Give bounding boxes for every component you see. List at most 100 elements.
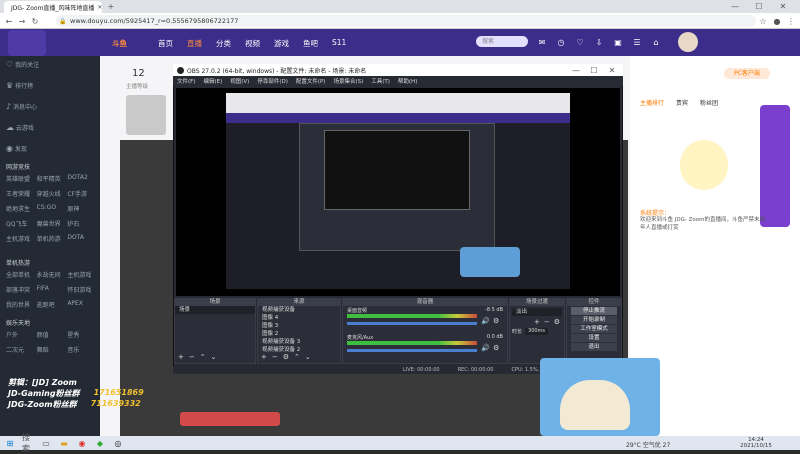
window-close-icon[interactable]: ✕ — [776, 1, 790, 12]
sidebar-grid-item[interactable]: 单机热游 — [37, 234, 68, 243]
taskbar-search-icon[interactable]: 搜索 — [22, 433, 34, 453]
settings-button[interactable]: 设置 — [571, 334, 617, 342]
nav-home[interactable]: 首页 — [158, 38, 173, 49]
remove-transition-icon[interactable]: − — [544, 318, 550, 326]
nav-live[interactable]: 直播 — [187, 38, 202, 49]
obs-menu-tools[interactable]: 工具(T) — [371, 77, 390, 85]
taskbar-clock[interactable]: 14:24 2021/10/15 — [738, 437, 774, 449]
sidebar-grid-item[interactable]: 魔兽世界 — [37, 219, 68, 228]
back-icon[interactable]: ← — [4, 15, 14, 27]
follow-icon[interactable]: ♡ — [573, 35, 587, 49]
move-down-icon[interactable]: ⌄ — [211, 353, 217, 361]
source-item[interactable]: 图像 4 — [258, 314, 340, 322]
sidebar-grid-item[interactable]: APEX — [67, 300, 98, 309]
add-scene-icon[interactable]: + — [178, 353, 184, 361]
search-input[interactable]: 搜索 — [476, 36, 528, 47]
chrome-icon[interactable]: ◉ — [76, 437, 88, 449]
sidebar-grid-item[interactable]: 英雄联盟 — [6, 174, 37, 183]
sidebar-grid-item[interactable]: 怀旧游戏 — [67, 285, 98, 294]
user-avatar[interactable] — [678, 32, 698, 52]
windows-start-icon[interactable]: ⊞ — [4, 437, 16, 449]
message-icon[interactable]: ✉ — [535, 35, 549, 49]
douyu-logo[interactable] — [8, 30, 46, 56]
promo-banner[interactable] — [760, 105, 790, 227]
taskview-icon[interactable]: ▭ — [40, 437, 52, 449]
forward-icon[interactable]: → — [17, 15, 27, 27]
sidebar-grid-item[interactable]: 原神 — [67, 204, 98, 213]
move-down-icon[interactable]: ⌄ — [305, 353, 311, 361]
speaker-icon[interactable]: 🔊 — [481, 344, 490, 352]
browser-tab[interactable]: JDG- Zoom直播_风味阵地直播 ✕ — [4, 1, 102, 13]
profile-icon[interactable]: ● — [772, 15, 782, 27]
window-minimize-icon[interactable]: — — [728, 1, 742, 12]
sidebar-item-follow[interactable]: ♡ 我的关注 — [6, 60, 96, 81]
transition-gear-icon[interactable]: ⚙ — [554, 318, 560, 326]
reload-icon[interactable]: ↻ — [30, 15, 40, 27]
transition-type-select[interactable]: 淡出 — [512, 308, 562, 316]
source-item[interactable]: 视频捕获设备 — [258, 306, 340, 314]
channel-gear-icon[interactable]: ⚙ — [493, 317, 499, 325]
remove-scene-icon[interactable]: − — [189, 353, 195, 361]
scene-item[interactable]: 场景 — [175, 306, 255, 314]
sidebar-grid-item[interactable]: 部落冲突 — [6, 285, 37, 294]
obs-menu-profile[interactable]: 配置文件(P) — [296, 77, 326, 85]
sidebar-grid-item[interactable]: 穿越火线 — [37, 189, 68, 198]
tab-fans[interactable]: 粉丝团 — [700, 98, 718, 107]
obs-minimize-icon[interactable]: — — [570, 65, 582, 75]
source-settings-icon[interactable]: ⚙ — [283, 353, 289, 361]
nav-fishbar[interactable]: 鱼吧 — [303, 38, 318, 49]
close-tab-icon[interactable]: ✕ — [97, 4, 102, 11]
sidebar-grid-item[interactable]: 主机游戏 — [6, 234, 37, 243]
sidebar-grid-item[interactable]: 户外 — [6, 330, 37, 339]
task-icon[interactable]: ☰ — [630, 35, 644, 49]
sidebar-grid-item[interactable]: 舞蹈 — [37, 345, 68, 354]
obs-close-icon[interactable]: ✕ — [606, 65, 618, 75]
star-icon[interactable]: ☆ — [758, 15, 768, 27]
download-icon[interactable]: ⇩ — [592, 35, 606, 49]
source-item[interactable]: 视频捕获设备 3 — [258, 338, 340, 346]
obs-menu-edit[interactable]: 编辑(E) — [203, 77, 222, 85]
sidebar-grid-item[interactable]: QQ飞车 — [6, 219, 37, 228]
volume-slider[interactable] — [347, 322, 477, 325]
move-up-icon[interactable]: ⌃ — [200, 353, 206, 361]
sidebar-grid-item[interactable]: 音乐 — [67, 345, 98, 354]
window-maximize-icon[interactable]: ☐ — [752, 1, 766, 12]
sidebar-grid-item[interactable]: FIFA — [37, 285, 68, 294]
exit-button[interactable]: 退出 — [571, 343, 617, 351]
studio-mode-button[interactable]: 工作室模式 — [571, 325, 617, 333]
obs-menu-help[interactable]: 帮助(H) — [398, 77, 417, 85]
obs-maximize-icon[interactable]: ☐ — [588, 65, 600, 75]
source-item[interactable]: 图像 3 — [258, 322, 340, 330]
sidebar-grid-item[interactable]: CF手游 — [67, 189, 98, 198]
shop-icon[interactable]: ⌂ — [649, 35, 663, 49]
duration-input[interactable]: 300ms — [525, 328, 549, 335]
sidebar-grid-item[interactable]: 颜值 — [37, 330, 68, 339]
sidebar-grid-item[interactable]: 星秀 — [67, 330, 98, 339]
sidebar-item-messages[interactable]: ♪ 消息中心 — [6, 102, 96, 123]
explorer-icon[interactable]: ▬ — [58, 437, 70, 449]
source-item[interactable]: 图像 2 — [258, 330, 340, 338]
channel-gear-icon[interactable]: ⚙ — [493, 344, 499, 352]
history-icon[interactable]: ◷ — [554, 35, 568, 49]
remove-source-icon[interactable]: − — [272, 353, 278, 361]
sidebar-grid-item[interactable]: 主机游戏 — [67, 270, 98, 279]
sidebar-grid-item[interactable]: 绝地求生 — [6, 204, 37, 213]
move-up-icon[interactable]: ⌃ — [294, 353, 300, 361]
sidebar-grid-item[interactable]: 永劫无间 — [37, 270, 68, 279]
sidebar-grid-item[interactable]: 炉石 — [67, 219, 98, 228]
sidebar-grid-item[interactable]: 和平精英 — [37, 174, 68, 183]
sidebar-grid-item[interactable]: DOTA2 — [67, 174, 98, 183]
add-source-icon[interactable]: + — [261, 353, 267, 361]
sidebar-grid-item[interactable]: 王者荣耀 — [6, 189, 37, 198]
nav-s11[interactable]: S11 — [332, 38, 346, 49]
app-icon[interactable]: ◆ — [94, 437, 106, 449]
sidebar-grid-item[interactable]: 逃跑吧 — [37, 300, 68, 309]
sidebar-item-rank[interactable]: ♛ 排行榜 — [6, 81, 96, 102]
obs-menu-view[interactable]: 视图(V) — [230, 77, 249, 85]
obs-menu-docks[interactable]: 停靠部件(D) — [257, 77, 288, 85]
volume-slider[interactable] — [347, 349, 477, 352]
sidebar-grid-item[interactable]: 全部单机 — [6, 270, 37, 279]
obs-menu-scene-collection[interactable]: 场景集合(S) — [333, 77, 363, 85]
stop-streaming-button[interactable]: 停止推流 — [571, 307, 617, 315]
add-transition-icon[interactable]: + — [534, 318, 540, 326]
